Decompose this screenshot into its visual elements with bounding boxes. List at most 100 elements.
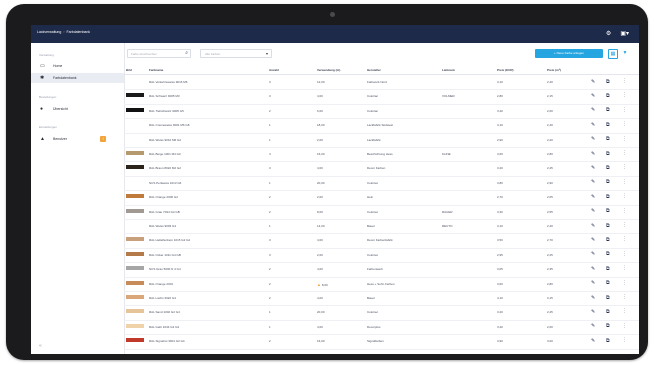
more-options-icon[interactable]: ⋮ [622, 280, 627, 286]
copy-icon[interactable]: ⧉ [606, 107, 610, 113]
more-options-icon[interactable]: ⋮ [622, 150, 627, 156]
edit-icon[interactable]: ✎ [591, 338, 595, 344]
table-row[interactable]: RAL Schwarz 9005 M3 3 4,00 Colorlac VOLM… [124, 89, 639, 105]
table-row[interactable]: RAL Beige 1001 M4 G3 4 16,00 Beschichtun… [124, 147, 639, 163]
edit-icon[interactable]: ✎ [591, 266, 595, 272]
filter-icon[interactable]: ▼ [621, 49, 629, 57]
table-row[interactable]: RAL Orange 2001 2 ▲ 8,00 Hess + Sohn Far… [124, 277, 639, 292]
more-options-icon[interactable]: ⋮ [622, 208, 627, 214]
column-header[interactable]: Verwendung (m) [317, 68, 340, 72]
grid-view-icon[interactable]: ▦ [608, 49, 618, 59]
more-options-icon[interactable]: ⋮ [622, 308, 627, 314]
more-options-icon[interactable]: ⋮ [622, 251, 627, 257]
copy-icon[interactable]: ⧉ [606, 237, 610, 243]
table-row[interactable]: RAL Lachs 3022 G4 2 4,00 Bauer 4,10 3,15… [124, 291, 639, 307]
copy-icon[interactable]: ⧉ [606, 93, 610, 99]
table-row[interactable]: NCS Perlweiss 1013 G6 1 20,00 Colortec 3… [124, 176, 639, 192]
more-options-icon[interactable]: ⋮ [622, 337, 627, 343]
more-options-icon[interactable]: ⋮ [622, 193, 627, 199]
edit-icon[interactable]: ✎ [591, 194, 595, 200]
more-options-icon[interactable]: ⋮ [622, 323, 627, 329]
edit-icon[interactable]: ✎ [591, 151, 595, 157]
column-header[interactable]: Anzahl [269, 68, 279, 72]
edit-icon[interactable]: ✎ [591, 280, 595, 286]
table-row[interactable]: RAL Weiss 9010 M6 G2 1 2,00 Lackfabrik 2… [124, 133, 639, 148]
edit-icon[interactable]: ✎ [591, 107, 595, 113]
more-options-icon[interactable]: ⋮ [622, 236, 627, 242]
collapse-sidebar-icon[interactable]: « [39, 343, 42, 349]
table-row[interactable]: RAL Hellelfenbein 1015 G2 G4 3 4,00 Deco… [124, 233, 639, 249]
table-row[interactable]: RAL Sand 1002 G2 G4 1 20,00 Colortec 3,2… [124, 305, 639, 321]
column-header[interactable]: Preis (m²) [547, 68, 561, 72]
more-options-icon[interactable]: ⋮ [622, 164, 627, 170]
edit-icon[interactable]: ✎ [591, 93, 595, 99]
column-header[interactable]: Bild [126, 68, 132, 72]
more-options-icon[interactable]: ⋮ [622, 92, 627, 98]
column-header[interactable]: Hersteller [367, 68, 381, 72]
edit-icon[interactable]: ✎ [591, 295, 595, 301]
edit-icon[interactable]: ✎ [591, 223, 595, 229]
gear-icon[interactable]: ⚙ [606, 29, 611, 39]
color-filter-select[interactable]: Alle Farben ▾ [200, 49, 272, 58]
edit-icon[interactable]: ✎ [591, 251, 595, 257]
edit-icon[interactable]: ✎ [591, 208, 595, 214]
table-row[interactable]: RAL Ocker 1011 G4 GB 3 2,00 Colortec 2,9… [124, 248, 639, 264]
copy-icon[interactable]: ⧉ [606, 223, 610, 229]
sidebar-item-uebersicht[interactable]: ● Übersicht [31, 104, 124, 114]
more-options-icon[interactable]: ⋮ [622, 294, 627, 300]
table-row[interactable]: RAL Tiefschwarz 9005 G5 2 6,00 Colorlac … [124, 104, 639, 120]
sidebar-item-home[interactable]: ▭ Home [31, 61, 124, 71]
sidebar-item-farbdatenbank[interactable]: ✱ Farbdatenbank [31, 73, 124, 83]
table-row[interactable]: RAL Gelb 1034 G2 G4 1 4,00 Decorplus 3,4… [124, 320, 639, 336]
column-header[interactable]: Preis (EUR) [497, 68, 514, 72]
edit-icon[interactable]: ✎ [591, 309, 595, 315]
table-row[interactable]: RAL Grau 7044 G4 GB 2 8,00 Colortec RAUE… [124, 205, 639, 220]
table-row[interactable]: NCS Grau 5000 N 4 G4 2 4,00 Farbenwerk 3… [124, 262, 639, 278]
copy-icon[interactable]: ⧉ [606, 266, 610, 272]
copy-icon[interactable]: ⧉ [606, 122, 610, 128]
new-color-button[interactable]: + Neue Farbe anlegen [535, 49, 603, 58]
copy-icon[interactable]: ⧉ [606, 338, 610, 344]
more-options-icon[interactable]: ⋮ [622, 222, 627, 228]
edit-icon[interactable]: ✎ [591, 122, 595, 128]
edit-icon[interactable]: ✎ [591, 323, 595, 329]
more-options-icon[interactable]: ⋮ [622, 107, 627, 113]
more-options-icon[interactable]: ⋮ [622, 78, 627, 84]
table-row[interactable]: RAL Orange 2000 G2 2 2,00 Hein 2,70 2,05… [124, 190, 639, 206]
more-options-icon[interactable]: ⋮ [622, 136, 627, 142]
edit-icon[interactable]: ✎ [591, 136, 595, 142]
table-row[interactable]: RAL Braun 8022 M2 G2 3 4,00 Decor Farben… [124, 161, 639, 177]
table-row[interactable]: RAL Weiss 9003 G4 1 14,00 Bauer REUTO 3,… [124, 219, 639, 235]
copy-icon[interactable]: ⧉ [606, 151, 610, 157]
copy-icon[interactable]: ⧉ [606, 194, 610, 200]
edit-icon[interactable]: ✎ [591, 165, 595, 171]
copy-icon[interactable]: ⧉ [606, 165, 610, 171]
table-row[interactable]: RAL Cremeweiss 9001 M6 G8 1 18,00 Lackfa… [124, 118, 639, 134]
cell-price-sqm: 2,70 [547, 238, 553, 243]
edit-icon[interactable]: ✎ [591, 79, 595, 85]
column-header[interactable]: Lieferant [442, 68, 455, 72]
color-swatch [126, 180, 144, 184]
column-header[interactable]: Farbname [149, 68, 163, 72]
search-input[interactable]: Farbe durchsuchen ⌕ [127, 49, 191, 58]
app-brand[interactable]: Lackverwaltung [37, 30, 61, 34]
edit-icon[interactable]: ✎ [591, 237, 595, 243]
more-options-icon[interactable]: ⋮ [622, 121, 627, 127]
copy-icon[interactable]: ⧉ [606, 309, 610, 315]
copy-icon[interactable]: ⧉ [606, 295, 610, 301]
copy-icon[interactable]: ⧉ [606, 136, 610, 142]
copy-icon[interactable]: ⧉ [606, 79, 610, 85]
table-row[interactable]: RAL Verkehrsweiss 9016 M6 3 12,00 Farbwe… [124, 75, 639, 91]
table-row[interactable]: RAL Signalrot 3001 G2 G4 2 16,00 Signalf… [124, 334, 639, 350]
copy-icon[interactable]: ⧉ [606, 179, 610, 185]
copy-icon[interactable]: ⧉ [606, 280, 610, 286]
copy-icon[interactable]: ⧉ [606, 323, 610, 329]
search-icon[interactable]: ⌕ [185, 50, 188, 57]
edit-icon[interactable]: ✎ [591, 179, 595, 185]
user-menu-icon[interactable]: ▣▾ [620, 29, 629, 39]
copy-icon[interactable]: ⧉ [606, 251, 610, 257]
more-options-icon[interactable]: ⋮ [622, 179, 627, 185]
more-options-icon[interactable]: ⋮ [622, 265, 627, 271]
copy-icon[interactable]: ⧉ [606, 208, 610, 214]
sidebar-item-benutzer[interactable]: ▲ Benutzer ! [31, 134, 124, 144]
